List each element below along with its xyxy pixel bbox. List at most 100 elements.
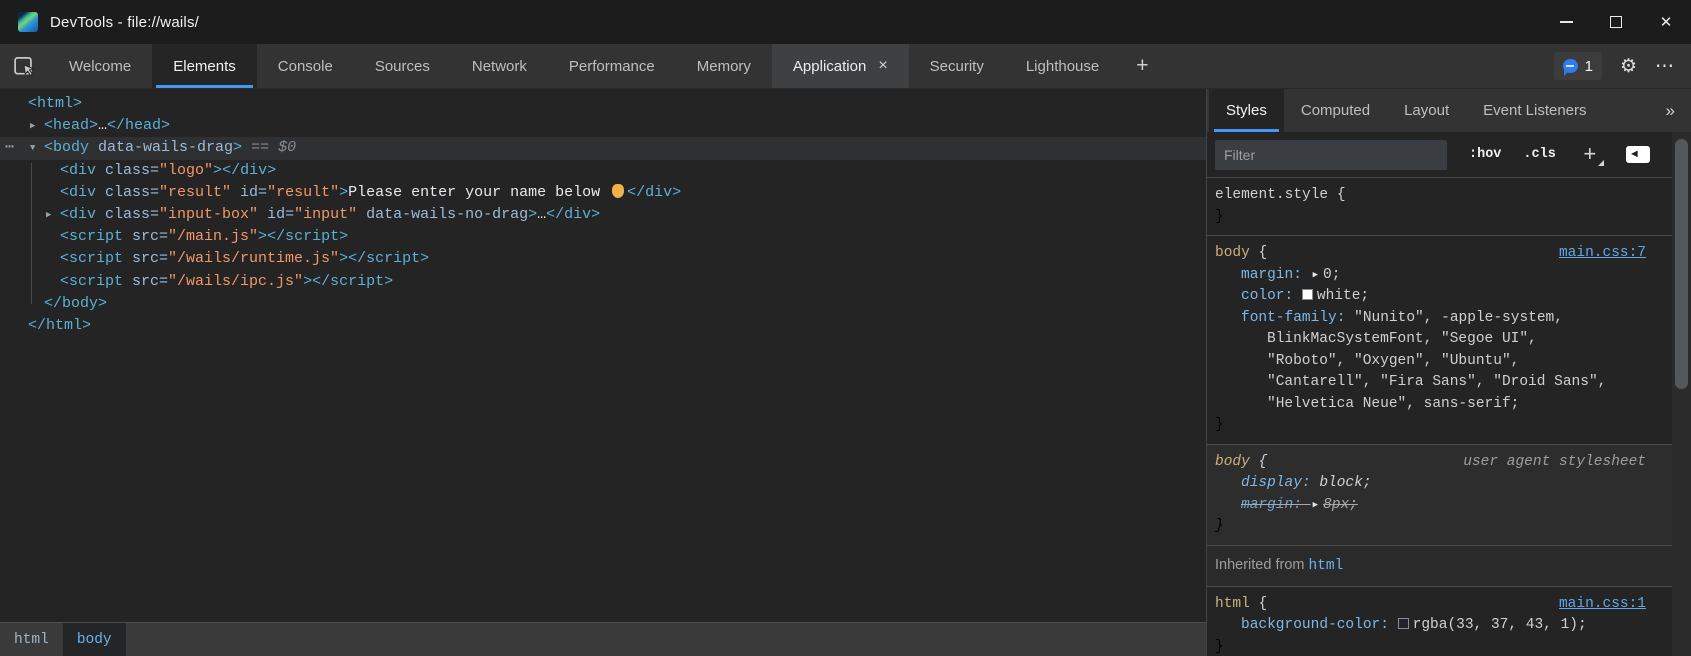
selector-text: element.style: [1215, 187, 1328, 203]
stylesheet-link[interactable]: main.css:7: [1559, 243, 1646, 265]
tab-network[interactable]: Network: [451, 44, 548, 88]
tree-row[interactable]: <html>: [0, 93, 1206, 115]
css-property[interactable]: color: white;: [1215, 286, 1664, 308]
css-property[interactable]: margin: ▶8px;: [1215, 495, 1664, 517]
code-token: </html>: [28, 317, 91, 334]
code-token: >: [258, 228, 267, 245]
crumb-html[interactable]: html: [0, 623, 63, 656]
tab-elements[interactable]: Elements: [152, 44, 257, 88]
property-value-wrap: "Helvetica Neue", sans-serif;: [1215, 394, 1664, 416]
code-token: </head>: [107, 117, 170, 134]
tab-application[interactable]: Application×: [772, 44, 909, 88]
tree-row[interactable]: ▶<head>…</head>: [0, 115, 1206, 137]
rule-selector[interactable]: body {: [1215, 243, 1267, 265]
property-value-wrap: "Cantarell", "Fira Sans", "Droid Sans",: [1215, 372, 1664, 394]
code-token: data-wails-drag: [89, 139, 233, 156]
rule-selector[interactable]: body {: [1215, 452, 1267, 474]
tree-row[interactable]: </html>: [0, 315, 1206, 337]
color-swatch[interactable]: [1302, 289, 1313, 300]
css-property[interactable]: display: block;: [1215, 473, 1664, 495]
tree-row[interactable]: <script src="/main.js"></script>: [0, 226, 1206, 248]
tab-lighthouse[interactable]: Lighthouse: [1005, 44, 1120, 88]
code-token: "/main.js": [168, 228, 258, 245]
styles-scrollbar[interactable]: [1672, 132, 1691, 656]
maximize-button[interactable]: [1591, 0, 1641, 44]
pseudo-state-toggle[interactable]: :hov: [1469, 147, 1501, 162]
property-name: color:: [1241, 288, 1293, 304]
close-brace: }: [1215, 415, 1664, 437]
sidebar-tab-layout[interactable]: Layout: [1387, 89, 1466, 132]
feedback-button[interactable]: 1: [1554, 52, 1602, 80]
code-token: data-wails-no-drag: [357, 206, 528, 223]
tree-row[interactable]: </body>: [0, 293, 1206, 315]
pointing-down-emoji: [612, 184, 624, 198]
close-brace: }: [1215, 516, 1664, 538]
collapse-icon[interactable]: ▼: [30, 137, 44, 159]
tree-row[interactable]: <div class="logo"></div>: [0, 160, 1206, 182]
color-swatch[interactable]: [1398, 618, 1409, 629]
property-value: block;: [1319, 475, 1371, 491]
code-token: </div>: [546, 206, 600, 223]
open-brace: {: [1250, 454, 1267, 470]
tab-welcome[interactable]: Welcome: [48, 44, 152, 88]
expand-icon[interactable]: ▶: [46, 204, 60, 226]
code-token: "input": [294, 206, 357, 223]
tree-row[interactable]: ⋯▼<body data-wails-drag> == $0: [0, 137, 1206, 159]
node-source: <head>…</head>: [44, 117, 170, 134]
code-token: <script: [60, 273, 123, 290]
more-options-icon[interactable]: ⋯: [1655, 55, 1675, 78]
tab-console[interactable]: Console: [257, 44, 354, 88]
open-brace: {: [1250, 245, 1267, 261]
tab-performance[interactable]: Performance: [548, 44, 676, 88]
close-button[interactable]: ✕: [1641, 0, 1691, 44]
expand-value-icon[interactable]: ▶: [1313, 265, 1318, 287]
style-rule-body: body {user agent stylesheetdisplay: bloc…: [1207, 445, 1672, 546]
rule-selector[interactable]: html {: [1215, 594, 1267, 616]
minimize-button[interactable]: [1541, 0, 1591, 44]
toggle-sidebar-pane-icon[interactable]: ◄: [1626, 146, 1650, 163]
class-toggle[interactable]: .cls: [1523, 147, 1555, 162]
more-sidebar-tabs-icon[interactable]: »: [1650, 89, 1691, 132]
new-style-rule-button[interactable]: +: [1580, 145, 1600, 165]
crumb-body[interactable]: body: [63, 623, 126, 656]
scrollbar-thumb[interactable]: [1675, 139, 1688, 389]
styles-filter-input[interactable]: [1215, 140, 1447, 170]
tab-memory[interactable]: Memory: [676, 44, 772, 88]
rule-selector[interactable]: element.style {: [1215, 185, 1346, 207]
window-title: DevTools - file://wails/: [50, 14, 199, 31]
sidebar-tab-event-listeners[interactable]: Event Listeners: [1466, 89, 1603, 132]
css-property[interactable]: font-family: "Nunito", -apple-system,: [1215, 308, 1664, 330]
code-token: <script: [60, 250, 123, 267]
node-source: <div class="logo"></div>: [60, 162, 276, 179]
code-token: <div: [60, 206, 96, 223]
close-tab-icon[interactable]: ×: [878, 58, 887, 74]
tree-row[interactable]: <div class="result" id="result">Please e…: [0, 182, 1206, 204]
css-property[interactable]: margin: ▶0;: [1215, 265, 1664, 287]
code-token: </script>: [267, 228, 348, 245]
styles-filter-row: :hov .cls + ◄: [1207, 132, 1672, 178]
more-actions-icon[interactable]: ⋯: [5, 137, 14, 159]
property-name: font-family:: [1241, 310, 1345, 326]
sidebar-tab-styles[interactable]: Styles: [1209, 89, 1284, 132]
expand-icon[interactable]: ▶: [30, 115, 44, 137]
colon-space: [1389, 617, 1398, 633]
sidebar-tab-computed[interactable]: Computed: [1284, 89, 1387, 132]
expand-value-icon[interactable]: ▶: [1313, 495, 1318, 517]
tab-sources[interactable]: Sources: [354, 44, 451, 88]
colon-space: [1302, 497, 1311, 513]
more-tools-button[interactable]: +: [1120, 44, 1164, 88]
inherited-node-link[interactable]: html: [1309, 558, 1344, 574]
tree-row[interactable]: <script src="/wails/runtime.js"></script…: [0, 248, 1206, 270]
settings-gear-icon[interactable]: ⚙: [1620, 55, 1637, 78]
tree-row[interactable]: ▶<div class="input-box" id="input" data-…: [0, 204, 1206, 226]
style-rule-body: body { main.css:7margin: ▶0;color: white;…: [1207, 236, 1672, 445]
tab-security[interactable]: Security: [909, 44, 1005, 88]
inspect-element-button[interactable]: [0, 44, 48, 88]
sidebar-tabs: » StylesComputedLayoutEvent Listeners: [1207, 89, 1691, 132]
feedback-bubble-icon: [1563, 59, 1578, 73]
open-brace: {: [1328, 187, 1345, 203]
code-token: </div>: [222, 162, 276, 179]
stylesheet-link[interactable]: main.css:1: [1559, 594, 1646, 616]
css-property[interactable]: background-color: rgba(33, 37, 43, 1);: [1215, 615, 1664, 637]
tree-row[interactable]: <script src="/wails/ipc.js"></script>: [0, 271, 1206, 293]
